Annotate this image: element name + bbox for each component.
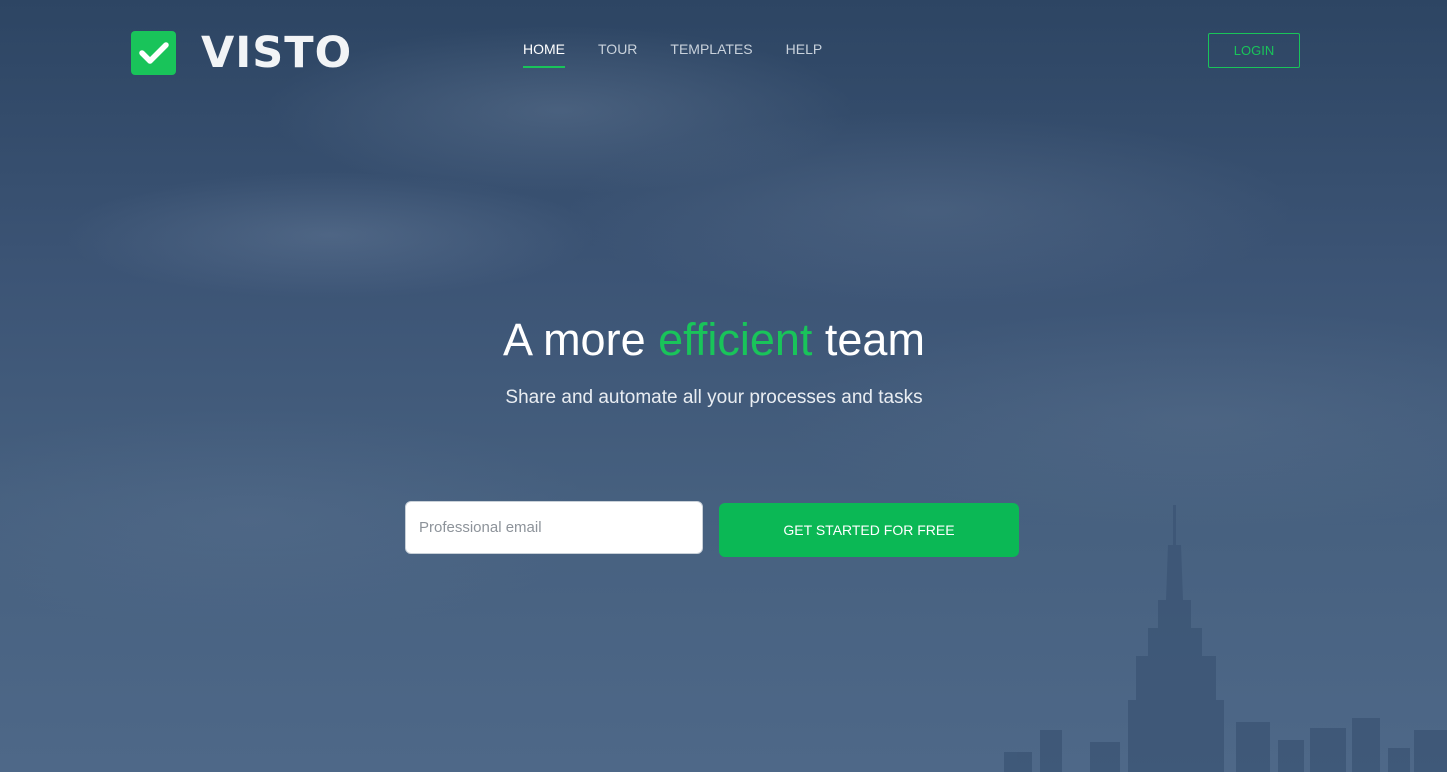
headline-accent-word: efficient bbox=[658, 314, 813, 365]
nav-item-tour[interactable]: TOUR bbox=[598, 41, 637, 68]
main-nav: HOME TOUR TEMPLATES HELP bbox=[523, 41, 855, 68]
nav-item-home[interactable]: HOME bbox=[523, 41, 565, 68]
hero-headline: A more efficient team bbox=[0, 312, 1428, 368]
nav-item-templates[interactable]: TEMPLATES bbox=[670, 41, 752, 68]
get-started-button[interactable]: GET STARTED FOR FREE bbox=[719, 503, 1019, 557]
headline-text-end: team bbox=[824, 314, 925, 365]
email-field[interactable] bbox=[405, 501, 703, 554]
nav-item-help[interactable]: HELP bbox=[786, 41, 823, 68]
brand-logo[interactable]: VISTO bbox=[131, 31, 352, 75]
login-button[interactable]: LOGIN bbox=[1208, 33, 1300, 68]
hero-section: VISTO HOME TOUR TEMPLATES HELP LOGIN A m… bbox=[0, 0, 1447, 772]
headline-text-start: A more bbox=[503, 314, 646, 365]
brand-name: VISTO bbox=[201, 28, 353, 78]
checkmark-icon bbox=[131, 31, 176, 75]
hero-subheadline: Share and automate all your processes an… bbox=[505, 387, 923, 408]
